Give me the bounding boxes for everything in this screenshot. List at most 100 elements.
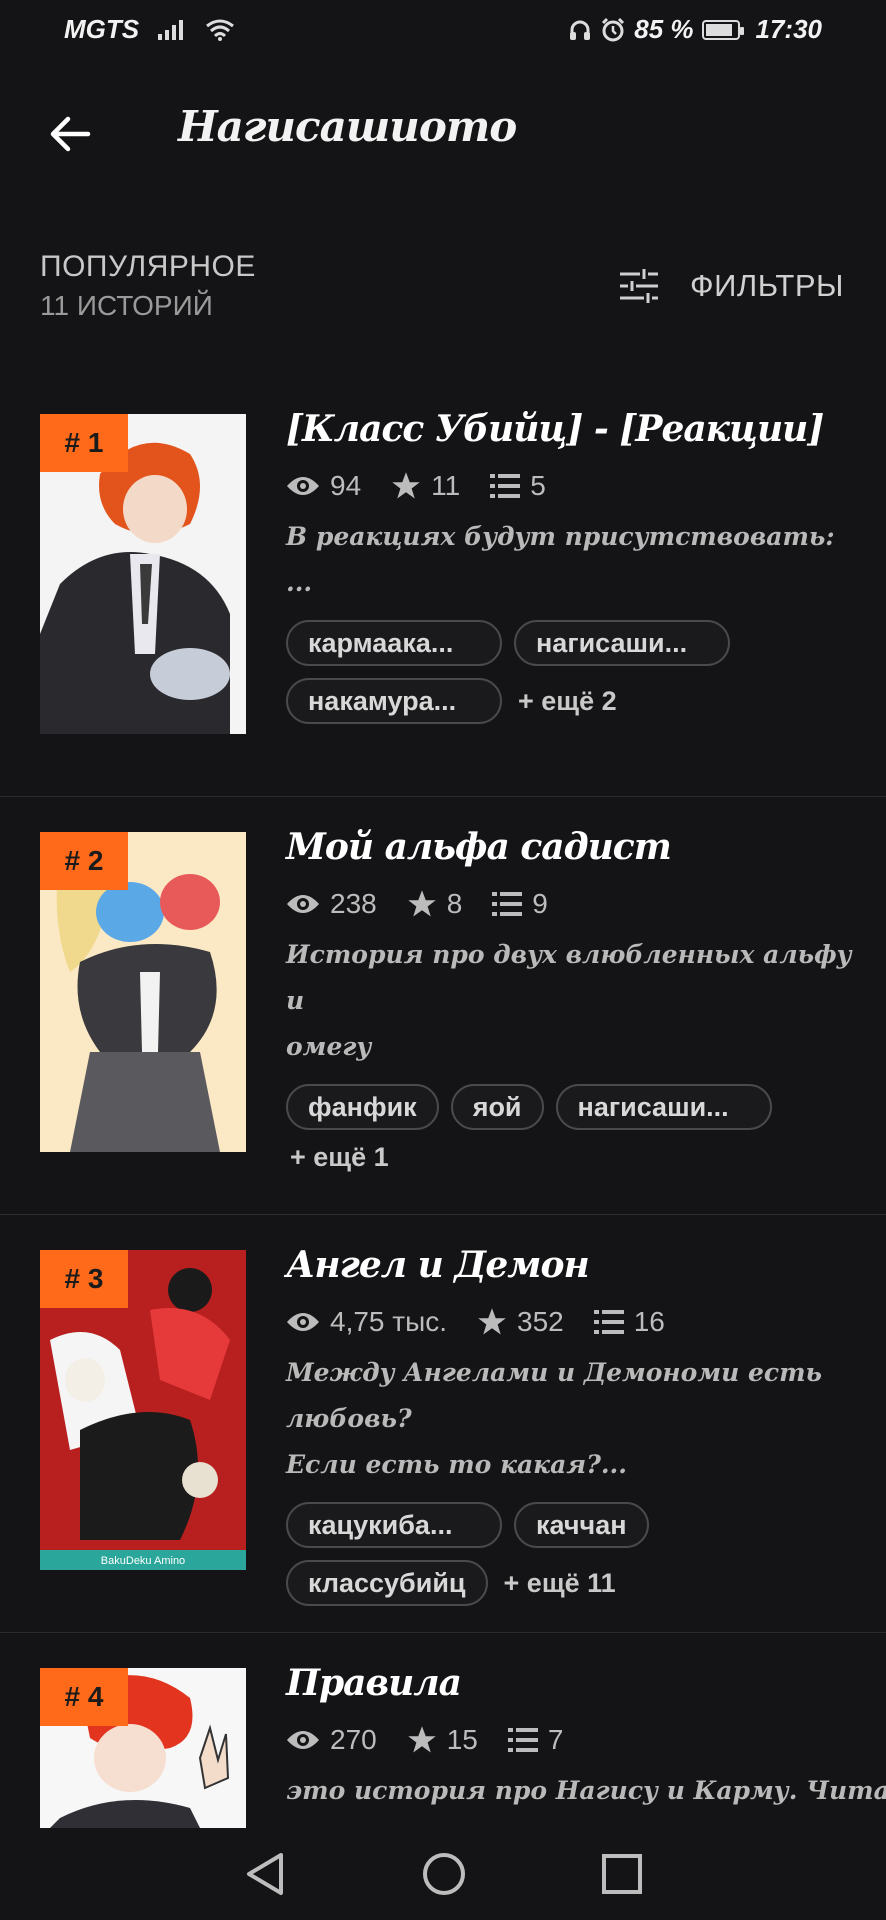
parts-count: 16 <box>633 1306 665 1337</box>
tag-chip[interactable]: классубийц <box>286 1560 488 1606</box>
views-stat: 238 <box>286 888 377 920</box>
tag-chip[interactable]: каччан <box>514 1502 649 1548</box>
story-title: Ангел и Демон <box>286 1244 590 1286</box>
nav-back-icon[interactable] <box>243 1851 287 1897</box>
description-line: Если есть то какая?... <box>286 1450 627 1479</box>
description-line: ... <box>286 568 313 597</box>
stars-stat: 8 <box>407 888 463 920</box>
story-stats: 270 15 7 <box>286 1724 856 1756</box>
eye-icon <box>287 477 319 495</box>
story-description: История про двух влюбленных альфу и омег… <box>286 932 856 1070</box>
story-stats: 94 11 5 <box>286 470 856 502</box>
tag-chip[interactable]: нагисаши... <box>555 1084 772 1130</box>
parts-stat: 9 <box>492 888 548 920</box>
description-line: омегу <box>286 1032 372 1061</box>
tag-chip[interactable]: яой <box>450 1084 544 1130</box>
status-left: MGTS <box>64 14 235 45</box>
filter-sliders-icon <box>620 269 658 303</box>
eye-icon <box>287 895 319 913</box>
alarm-icon <box>602 17 625 41</box>
battery-percent: 85 % <box>634 14 694 44</box>
views-stat: 270 <box>286 1724 377 1756</box>
parts-stat: 5 <box>490 470 546 502</box>
story-card[interactable]: # 4 Правила 270 15 7 это история про Наг… <box>0 1632 886 1828</box>
story-card[interactable]: BakuDeku Amino # 3 Ангел и Демон 4,75 ты… <box>0 1214 886 1633</box>
signal-icon <box>158 19 184 40</box>
nav-home-icon[interactable] <box>421 1851 467 1897</box>
clock: 17:30 <box>755 14 823 44</box>
story-count: 11 ИСТОРИЙ <box>40 290 213 321</box>
tag-chip[interactable]: фанфик <box>286 1084 439 1130</box>
rank-badge: # 1 <box>40 414 128 472</box>
nav-recents-icon[interactable] <box>601 1853 643 1895</box>
views-count: 4,75 тыс. <box>330 1306 448 1337</box>
tag-chip[interactable]: кармаака... <box>286 620 502 666</box>
status-right: 85 % 17:30 <box>568 14 822 45</box>
back-button[interactable] <box>40 104 100 164</box>
story-description: это история про Нагису и Карму. Читайте <box>286 1768 886 1814</box>
story-info: Мой альфа садист 238 8 9 История про дву… <box>286 826 856 1173</box>
parts-stat: 7 <box>507 1724 563 1756</box>
star-icon <box>407 1726 436 1753</box>
cover-caption: BakuDeku Amino <box>101 1555 185 1567</box>
carrier-name: MGTS <box>64 14 140 44</box>
wifi-icon <box>206 19 235 41</box>
app-bar: Нагисашиото <box>0 84 886 174</box>
tag-chip[interactable]: накамура... <box>286 678 502 724</box>
story-description: В реакциях будут присутствовать: ... <box>286 514 856 606</box>
story-cover-image[interactable]: # 4 <box>40 1668 246 1828</box>
list-icon <box>507 1728 538 1752</box>
section-header: ПОПУЛЯРНОЕ 11 ИСТОРИЙ <box>40 250 256 322</box>
views-count: 94 <box>330 470 362 501</box>
stars-stat: 352 <box>477 1306 564 1338</box>
tag-chip[interactable]: кацукиба... <box>286 1502 502 1548</box>
story-cover-image[interactable]: # 1 <box>40 414 246 734</box>
story-title: [Класс Убийц] - [Реакции] <box>286 408 824 450</box>
eye-icon <box>287 1731 319 1749</box>
story-card[interactable]: # 2 Мой альфа садист 238 8 9 История про… <box>0 796 886 1215</box>
stars-count: 8 <box>446 888 463 919</box>
parts-stat: 16 <box>593 1306 665 1338</box>
story-info: [Класс Убийц] - [Реакции] 94 11 5 В реак… <box>286 408 856 724</box>
star-icon <box>478 1308 506 1335</box>
views-count: 270 <box>330 1724 377 1755</box>
story-description: Между Ангелами и Демономи есть любовь? Е… <box>286 1350 856 1488</box>
page-title: Нагисашиото <box>178 102 517 151</box>
stars-count: 15 <box>446 1724 478 1755</box>
story-title: Мой альфа садист <box>286 826 672 868</box>
star-icon <box>407 890 436 917</box>
story-info: Ангел и Демон 4,75 тыс. 352 16 Между Анг… <box>286 1244 856 1606</box>
stars-count: 352 <box>517 1306 564 1337</box>
parts-count: 9 <box>532 888 548 919</box>
list-icon <box>490 474 521 498</box>
story-title: Правила <box>286 1662 462 1704</box>
more-tags-link[interactable]: + ещё 1 <box>286 1142 393 1173</box>
more-tags-link[interactable]: + ещё 2 <box>514 686 621 717</box>
parts-count: 5 <box>530 470 546 501</box>
story-cover-image[interactable]: BakuDeku Amino # 3 <box>40 1250 246 1570</box>
tag-list: фанфик яой нагисаши... + ещё 1 <box>286 1084 856 1173</box>
filters-button[interactable]: ФИЛЬТРЫ <box>618 268 844 304</box>
filters-label: ФИЛЬТРЫ <box>690 268 844 303</box>
story-stats: 4,75 тыс. 352 16 <box>286 1306 856 1338</box>
arrow-left-icon <box>50 116 91 152</box>
list-icon <box>593 1310 624 1334</box>
tag-list: кармаака... нагисаши... накамура... + ещ… <box>286 620 856 724</box>
story-stats: 238 8 9 <box>286 888 856 920</box>
tag-chip[interactable]: нагисаши... <box>514 620 730 666</box>
story-card[interactable]: # 1 [Класс Убийц] - [Реакции] 94 11 5 В … <box>0 378 886 797</box>
more-tags-link[interactable]: + ещё 11 <box>500 1568 620 1599</box>
section-title: ПОПУЛЯРНОЕ <box>40 250 256 283</box>
star-icon <box>392 472 420 499</box>
list-icon <box>492 892 523 916</box>
headphones-icon <box>570 20 591 40</box>
system-nav-bar <box>0 1828 886 1920</box>
battery-icon <box>701 19 744 40</box>
stars-count: 11 <box>431 470 461 501</box>
description-line: Между Ангелами и Демономи есть любовь? <box>286 1358 823 1433</box>
story-cover-image[interactable]: # 2 <box>40 832 246 1152</box>
story-info: Правила 270 15 7 это история про Нагису … <box>286 1662 886 1814</box>
description-line: История про двух влюбленных альфу и <box>286 940 852 1015</box>
rank-badge: # 2 <box>40 832 128 890</box>
views-stat: 94 <box>286 470 361 502</box>
